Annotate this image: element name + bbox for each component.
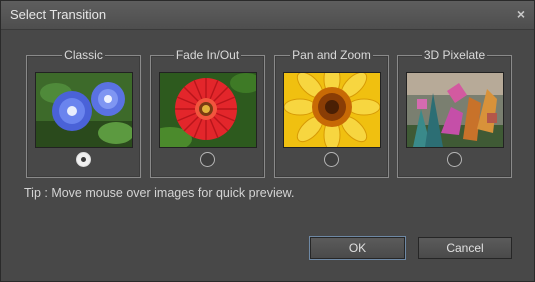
classic-radio[interactable] — [76, 152, 91, 167]
transition-group-fade-in-out: Fade In/Out — [150, 48, 265, 178]
transition-label-fade-in-out: Fade In/Out — [173, 48, 242, 62]
classic-thumbnail[interactable] — [35, 72, 133, 148]
title-bar[interactable]: Select Transition × — [1, 1, 534, 30]
pan-and-zoom-radio[interactable] — [324, 152, 339, 167]
dialog-title: Select Transition — [10, 7, 107, 22]
transition-group-3d-pixelate: 3D Pixelate — [397, 48, 512, 178]
tip-text: Tip : Move mouse over images for quick p… — [24, 186, 295, 200]
fade-in-out-thumbnail[interactable] — [159, 72, 257, 148]
cancel-button[interactable]: Cancel — [418, 237, 512, 259]
transition-label-pan-and-zoom: Pan and Zoom — [290, 48, 373, 62]
transition-group-classic: Classic — [26, 48, 141, 178]
ok-button[interactable]: OK — [310, 237, 405, 259]
3d-pixelate-thumbnail[interactable] — [406, 72, 504, 148]
transition-label-classic: Classic — [62, 48, 105, 62]
transition-group-pan-and-zoom: Pan and Zoom — [274, 48, 389, 178]
3d-pixelate-radio[interactable] — [447, 152, 462, 167]
transition-label-3d-pixelate: 3D Pixelate — [421, 48, 488, 62]
pan-and-zoom-thumbnail[interactable] — [283, 72, 381, 148]
fade-in-out-radio[interactable] — [200, 152, 215, 167]
select-transition-dialog: Select Transition × Classic Fade In/Out — [0, 0, 535, 282]
close-icon[interactable]: × — [517, 6, 525, 22]
